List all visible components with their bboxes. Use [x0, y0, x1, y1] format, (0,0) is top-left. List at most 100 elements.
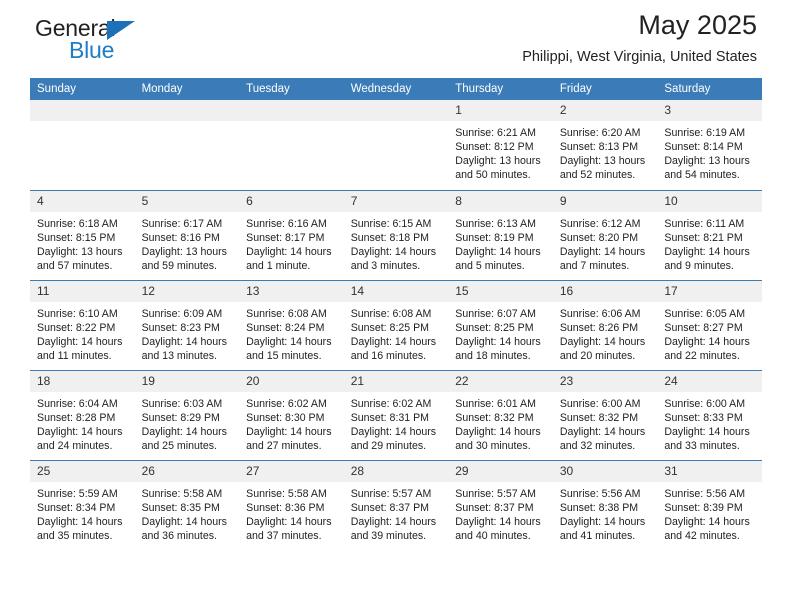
calendar-day-cell[interactable]: 23 Sunrise: 6:00 AM Sunset: 8:32 PM Dayligh…	[552, 369, 658, 460]
sunset-text: Sunset: 8:39 PM	[664, 501, 743, 514]
daylight-text-line2: and 33 minutes.	[664, 439, 740, 452]
sunrise-text: Sunrise: 5:59 AM	[37, 487, 118, 500]
calendar-header-row: Sunday Monday Tuesday Wednesday Thursday…	[30, 78, 762, 100]
daylight-text-line1: Daylight: 13 hours	[455, 155, 541, 168]
calendar-day-cell[interactable]: 31 Sunrise: 5:56 AM Sunset: 8:39 PM Dayligh…	[657, 459, 762, 550]
calendar-day-cell[interactable]: 9 Sunrise: 6:12 AM Sunset: 8:20 PM Daylight…	[552, 189, 658, 280]
calendar-day-cell[interactable]: 26 Sunrise: 5:58 AM Sunset: 8:35 PM Dayligh…	[134, 459, 240, 551]
daylight-text-line1: Daylight: 14 hours	[664, 425, 750, 438]
calendar-day-cell[interactable]: 30 Sunrise: 5:56 AM Sunset: 8:38 PM Dayligh…	[552, 459, 658, 551]
calendar-page: General Blue May 2025 Philippi, West Vir…	[0, 0, 792, 612]
daylight-text-line1: Daylight: 14 hours	[37, 335, 123, 348]
sunrise-text: Sunrise: 6:02 AM	[246, 397, 327, 410]
calendar-day-cell[interactable]: 20 Sunrise: 6:02 AM Sunset: 8:30 PM Dayligh…	[239, 369, 344, 460]
calendar-day-cell[interactable]: 27 Sunrise: 5:58 AM Sunset: 8:36 PM Dayligh…	[239, 459, 344, 550]
calendar-table: Sunday Monday Tuesday Wednesday Thursday…	[30, 78, 762, 550]
sunrise-text: Sunrise: 6:01 AM	[455, 397, 536, 410]
sunrise-text: Sunrise: 6:03 AM	[141, 397, 223, 410]
calendar-day-cell[interactable]: 12 Sunrise: 6:09 AM Sunset: 8:23 PM Dayligh…	[134, 279, 240, 370]
day-cell: 2 Sunrise: 6:20 AM Sunset: 8:13 PM Daylight…	[552, 100, 658, 190]
calendar-day-cell[interactable]: 28 Sunrise: 5:57 AM Sunset: 8:37 PM Dayligh…	[343, 459, 449, 550]
sunrise-text: Sunrise: 5:57 AM	[350, 487, 432, 500]
day-number: 31	[657, 460, 762, 482]
calendar-day-cell[interactable]: 5 Sunrise: 6:17 AM Sunset: 8:16 PM Daylight…	[134, 189, 240, 280]
calendar-day-cell[interactable]: 21 Sunrise: 6:02 AM Sunset: 8:31 PM Dayligh…	[343, 369, 449, 460]
title-block: May 2025 Philippi, West Virginia, United…	[522, 8, 757, 68]
calendar-day-cell[interactable]: 15 Sunrise: 6:07 AM Sunset: 8:25 PM Dayligh…	[448, 279, 553, 370]
daylight-text-line1: Daylight: 14 hours	[664, 245, 750, 258]
daylight-text-line2: and 1 minute.	[246, 259, 311, 272]
day-cell: 18 Sunrise: 6:04 AM Sunset: 8:28 PM Dayligh…	[30, 370, 135, 460]
general-blue-logo[interactable]: General Blue	[35, 15, 235, 75]
calendar-day-cell[interactable]: 29 Sunrise: 5:57 AM Sunset: 8:37 PM Dayligh…	[448, 459, 553, 550]
sunset-text: Sunset: 8:33 PM	[664, 411, 743, 424]
calendar-day-cell[interactable]: 24 Sunrise: 6:00 AM Sunset: 8:33 PM Dayligh…	[657, 369, 762, 460]
calendar-day-cell	[239, 100, 344, 190]
calendar-day-cell[interactable]: 18 Sunrise: 6:04 AM Sunset: 8:28 PM Dayligh…	[30, 369, 135, 460]
day-details: Sunrise: 6:08 AM Sunset: 8:25 PM Daylight:…	[344, 302, 449, 363]
calendar-day-cell[interactable]: 25 Sunrise: 5:59 AM Sunset: 8:34 PM Dayligh…	[30, 459, 135, 550]
daylight-text-line2: and 27 minutes.	[246, 439, 322, 452]
day-cell-empty	[30, 100, 135, 190]
calendar-day-cell[interactable]: 17 Sunrise: 6:05 AM Sunset: 8:27 PM Dayligh…	[657, 279, 762, 370]
day-details: Sunrise: 6:08 AM Sunset: 8:24 PM Daylight:…	[239, 302, 344, 363]
day-cell: 13 Sunrise: 6:08 AM Sunset: 8:24 PM Dayligh…	[239, 280, 344, 370]
logo-text-blue: Blue	[69, 37, 115, 63]
day-number: 27	[239, 460, 344, 482]
calendar-day-cell[interactable]: 3 Sunrise: 6:19 AM Sunset: 8:14 PM Daylight…	[657, 100, 762, 190]
sunset-text: Sunset: 8:35 PM	[141, 501, 220, 514]
day-cell: 17 Sunrise: 6:05 AM Sunset: 8:27 PM Dayligh…	[657, 280, 762, 370]
daylight-text-line1: Daylight: 14 hours	[559, 245, 646, 258]
day-cell: 26 Sunrise: 5:58 AM Sunset: 8:35 PM Dayligh…	[134, 460, 240, 551]
calendar-day-cell[interactable]: 16 Sunrise: 6:06 AM Sunset: 8:26 PM Dayligh…	[552, 279, 658, 370]
day-details: Sunrise: 6:04 AM Sunset: 8:28 PM Daylight:…	[30, 392, 135, 453]
calendar-day-cell[interactable]: 10 Sunrise: 6:11 AM Sunset: 8:21 PM Dayligh…	[657, 189, 762, 280]
weekday-header-thursday: Thursday	[448, 78, 553, 100]
day-number: 15	[448, 280, 553, 302]
calendar-day-cell[interactable]: 1 Sunrise: 6:21 AM Sunset: 8:12 PM Daylight…	[448, 100, 553, 190]
sunset-text: Sunset: 8:13 PM	[559, 141, 639, 154]
weekday-header-saturday: Saturday	[657, 78, 762, 100]
sunset-text: Sunset: 8:23 PM	[141, 321, 220, 334]
daylight-text-line2: and 54 minutes.	[664, 169, 740, 182]
calendar-day-cell[interactable]: 13 Sunrise: 6:08 AM Sunset: 8:24 PM Dayligh…	[239, 279, 344, 370]
day-number: 21	[343, 370, 449, 392]
sunset-text: Sunset: 8:38 PM	[559, 501, 639, 514]
calendar-day-cell[interactable]: 14 Sunrise: 6:08 AM Sunset: 8:25 PM Dayligh…	[343, 279, 449, 370]
daylight-text-line1: Daylight: 14 hours	[37, 515, 123, 528]
daylight-text-line1: Daylight: 14 hours	[141, 335, 227, 348]
day-cell: 7 Sunrise: 6:15 AM Sunset: 8:18 PM Daylight…	[343, 190, 449, 280]
day-number: 12	[134, 280, 240, 302]
sunrise-text: Sunrise: 6:08 AM	[350, 307, 432, 320]
calendar-day-cell[interactable]: 7 Sunrise: 6:15 AM Sunset: 8:18 PM Daylight…	[343, 189, 449, 280]
sunrise-text: Sunrise: 6:08 AM	[246, 307, 327, 320]
daylight-text-line2: and 22 minutes.	[664, 349, 740, 362]
day-details: Sunrise: 5:58 AM Sunset: 8:35 PM Daylight:…	[135, 482, 240, 543]
calendar-day-cell[interactable]: 2 Sunrise: 6:20 AM Sunset: 8:13 PM Daylight…	[552, 100, 658, 190]
sunset-text: Sunset: 8:37 PM	[350, 501, 430, 514]
day-details: Sunrise: 6:10 AM Sunset: 8:22 PM Daylight:…	[30, 302, 135, 363]
page-header: General Blue May 2025 Philippi, West Vir…	[30, 0, 762, 78]
day-details: Sunrise: 6:18 AM Sunset: 8:15 PM Daylight:…	[30, 212, 135, 273]
sunset-text: Sunset: 8:24 PM	[246, 321, 325, 334]
daylight-text-line2: and 39 minutes.	[350, 529, 427, 542]
day-number: 29	[448, 460, 553, 482]
daylight-text-line2: and 29 minutes.	[350, 439, 427, 452]
day-details: Sunrise: 6:02 AM Sunset: 8:30 PM Daylight:…	[239, 392, 344, 453]
calendar-day-cell[interactable]: 22 Sunrise: 6:01 AM Sunset: 8:32 PM Dayligh…	[448, 369, 553, 460]
daylight-text-line2: and 36 minutes.	[141, 529, 217, 542]
daylight-text-line2: and 5 minutes.	[455, 259, 525, 272]
calendar-day-cell[interactable]: 6 Sunrise: 6:16 AM Sunset: 8:17 PM Daylight…	[239, 189, 344, 280]
day-cell: 30 Sunrise: 5:56 AM Sunset: 8:38 PM Dayligh…	[552, 460, 658, 551]
day-details: Sunrise: 6:00 AM Sunset: 8:32 PM Daylight:…	[553, 392, 658, 453]
day-number: 30	[552, 460, 658, 482]
daylight-text-line1: Daylight: 13 hours	[37, 245, 123, 258]
calendar-day-cell[interactable]: 8 Sunrise: 6:13 AM Sunset: 8:19 PM Daylight…	[448, 189, 553, 280]
calendar-day-cell[interactable]: 19 Sunrise: 6:03 AM Sunset: 8:29 PM Dayligh…	[134, 369, 240, 460]
sunset-text: Sunset: 8:36 PM	[246, 501, 325, 514]
day-number: 25	[30, 460, 135, 482]
calendar-day-cell[interactable]: 11 Sunrise: 6:10 AM Sunset: 8:22 PM Dayligh…	[30, 279, 135, 370]
day-cell: 9 Sunrise: 6:12 AM Sunset: 8:20 PM Daylight…	[552, 190, 658, 280]
weekday-header-sunday: Sunday	[30, 78, 135, 100]
calendar-day-cell[interactable]: 4 Sunrise: 6:18 AM Sunset: 8:15 PM Daylight…	[30, 189, 135, 280]
